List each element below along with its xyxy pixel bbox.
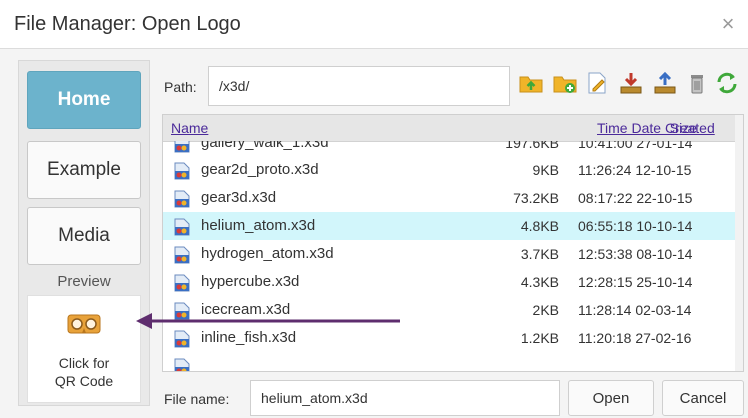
file-rows: gallery_walk_1.x3d 197.6KB 10:41:00 27-01-…: [163, 141, 735, 371]
x3d-file-icon: [174, 302, 190, 320]
file-list: Name Size Time Date Created gallery_walk…: [162, 114, 744, 372]
download-icon[interactable]: [618, 70, 644, 96]
file-row[interactable]: [163, 352, 735, 371]
file-name: gallery_walk_1.x3d: [201, 141, 329, 151]
file-date: 12:28:15 25-10-14: [578, 274, 693, 290]
home-button[interactable]: Home: [27, 71, 141, 129]
file-size: 2KB: [532, 302, 559, 318]
x3d-file-icon: [174, 330, 190, 348]
preview-caption: Click for QR Code: [28, 354, 140, 390]
close-icon[interactable]: ×: [718, 13, 738, 35]
edit-file-icon[interactable]: [584, 70, 610, 96]
file-size: 1.2KB: [520, 330, 559, 346]
qr-code-preview[interactable]: Click for QR Code: [27, 295, 141, 403]
file-date: 11:20:18 27-02-16: [578, 330, 692, 346]
file-name: inline_fish.x3d: [201, 329, 297, 346]
example-button[interactable]: Example: [27, 141, 141, 199]
x3d-file-icon: [174, 246, 190, 264]
file-name-input[interactable]: [250, 380, 560, 416]
file-size: 3.7KB: [520, 246, 559, 262]
file-date: 11:26:24 12-10-15: [578, 162, 692, 178]
date-column-header[interactable]: Time Date Created: [597, 120, 715, 136]
title-bar: File Manager: Open Logo ×: [0, 0, 748, 49]
delete-icon[interactable]: [684, 70, 710, 96]
file-name: hydrogen_atom.x3d: [201, 245, 334, 262]
preview-label: Preview: [57, 273, 111, 290]
dialog-title: File Manager: Open Logo: [14, 13, 241, 35]
file-row[interactable]: helium_atom.x3d 4.8KB 06:55:18 10-10-14: [163, 212, 735, 240]
media-button[interactable]: Media: [27, 207, 141, 265]
file-row[interactable]: hypercube.x3d 4.3KB 12:28:15 25-10-14: [163, 268, 735, 296]
file-size: 9KB: [532, 162, 559, 178]
scrollbar[interactable]: [735, 115, 743, 371]
file-name: helium_atom.x3d: [201, 217, 316, 234]
path-label: Path:: [164, 79, 197, 95]
file-date: 12:53:38 08-10-14: [578, 246, 693, 262]
file-name: icecream.x3d: [201, 301, 291, 318]
x3d-file-icon: [174, 162, 190, 180]
new-folder-icon[interactable]: [552, 70, 578, 96]
x3d-file-icon: [174, 190, 190, 208]
preview-caption-line2: QR Code: [54, 373, 114, 389]
cardboard-vr-icon: [67, 314, 101, 334]
file-row[interactable]: inline_fish.x3d 1.2KB 11:20:18 27-02-16: [163, 324, 735, 352]
upload-icon[interactable]: [652, 70, 678, 96]
refresh-icon[interactable]: [714, 70, 740, 96]
file-name: gear2d_proto.x3d: [201, 161, 319, 178]
file-manager-dialog: File Manager: Open Logo × Home Example M…: [0, 0, 748, 418]
file-row[interactable]: gear3d.x3d 73.2KB 08:17:22 22-10-15: [163, 184, 735, 212]
cancel-button[interactable]: Cancel: [662, 380, 744, 416]
x3d-file-icon: [174, 274, 190, 292]
file-date: 08:17:22 22-10-15: [578, 190, 693, 206]
file-row[interactable]: icecream.x3d 2KB 11:28:14 02-03-14: [163, 296, 735, 324]
file-size: 4.3KB: [520, 274, 559, 290]
file-date: 10:41:00 27-01-14: [578, 141, 693, 151]
x3d-file-icon: [174, 141, 190, 153]
x3d-file-icon: [174, 218, 190, 236]
file-list-header: Name Size Time Date Created: [163, 115, 743, 142]
folder-up-icon[interactable]: [518, 70, 544, 96]
name-column-header[interactable]: Name: [171, 120, 208, 136]
file-name: hypercube.x3d: [201, 273, 300, 290]
file-row[interactable]: gear2d_proto.x3d 9KB 11:26:24 12-10-15: [163, 156, 735, 184]
file-size: 4.8KB: [520, 218, 559, 234]
preview-caption-line1: Click for: [58, 355, 110, 371]
file-date: 06:55:18 10-10-14: [578, 218, 693, 234]
file-row[interactable]: hydrogen_atom.x3d 3.7KB 12:53:38 08-10-14: [163, 240, 735, 268]
x3d-file-icon: [174, 358, 190, 371]
file-date: 11:28:14 02-03-14: [578, 302, 692, 318]
file-size: 73.2KB: [513, 190, 559, 206]
sidebar: Home Example Media Preview Click for QR …: [18, 60, 150, 406]
file-name: gear3d.x3d: [201, 189, 277, 206]
path-input[interactable]: [208, 66, 510, 106]
file-row[interactable]: gallery_walk_1.x3d 197.6KB 10:41:00 27-01-…: [163, 141, 735, 157]
file-name-label: File name:: [164, 391, 230, 407]
open-button[interactable]: Open: [568, 380, 654, 416]
file-size: 197.6KB: [505, 141, 559, 151]
